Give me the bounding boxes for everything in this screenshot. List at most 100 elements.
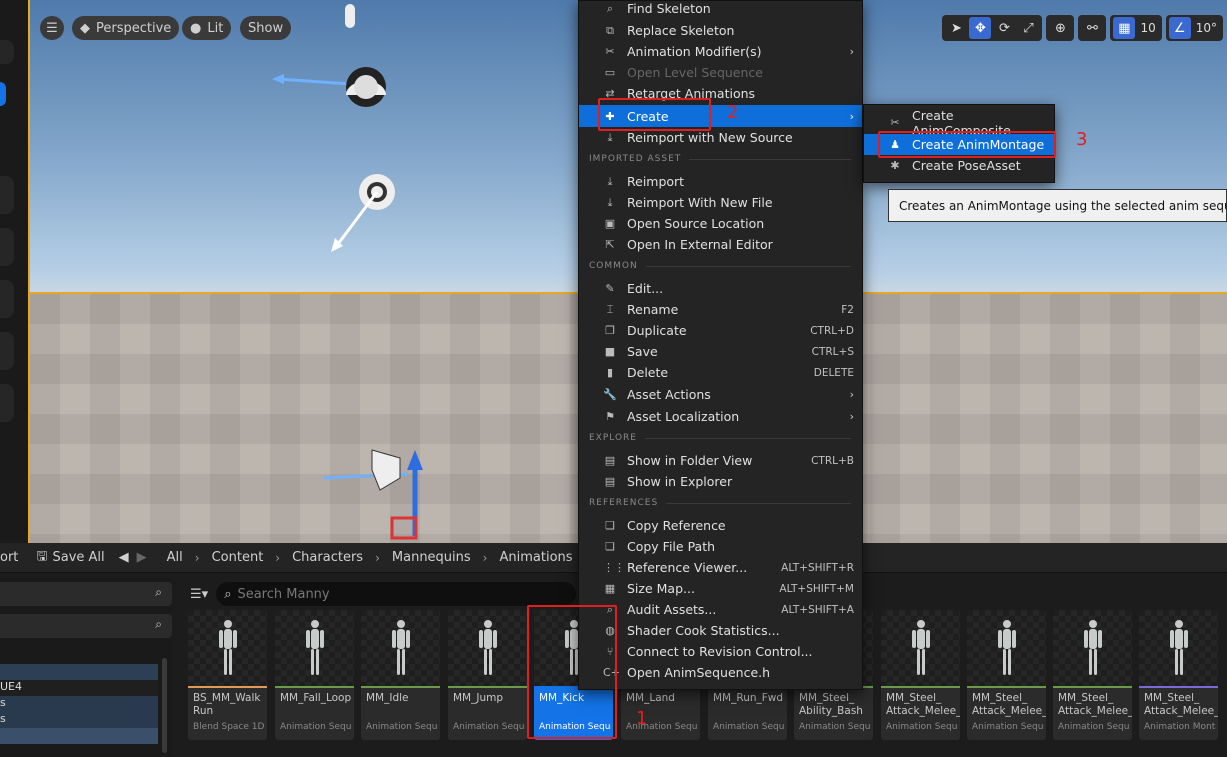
- menu-item-size-map[interactable]: ▦ Size Map... ALT+SHIFT+M: [579, 578, 862, 599]
- tree-item[interactable]: s: [0, 712, 158, 728]
- asset-tile[interactable]: MM_Steel_ Attack_Melee_ Animation Sequen…: [881, 610, 960, 740]
- breadcrumb: All › Content › Characters › Mannequins › An…: [167, 550, 573, 565]
- player-start-gizmo[interactable]: [320, 440, 440, 543]
- menu-item-label: Open Source Location: [627, 216, 765, 231]
- asset-tile[interactable]: MM_Jump Animation Sequence: [448, 610, 527, 740]
- forward-arrow-icon[interactable]: ▶: [137, 550, 147, 565]
- section-label: IMPORTED ASSET: [589, 154, 682, 164]
- asset-tile[interactable]: MM_Steel_ Attack_Melee_ Animation Montag…: [1139, 610, 1218, 740]
- menu-item-label: Shader Cook Statistics...: [627, 623, 780, 638]
- world-space-icon[interactable]: ⊕: [1049, 17, 1071, 39]
- menu-item-replace-skeleton[interactable]: ⧉ Replace Skeleton: [579, 20, 862, 41]
- asset-thumbnail: [1139, 610, 1218, 686]
- tree-item[interactable]: UE4: [0, 680, 158, 696]
- breadcrumb-characters[interactable]: Characters: [292, 550, 363, 565]
- menu-item-audit-assets[interactable]: ⌕ Audit Assets... ALT+SHIFT+A: [579, 599, 862, 620]
- rotation-snap-icon[interactable]: ∠: [1168, 17, 1191, 39]
- breadcrumb-content[interactable]: Content: [212, 550, 264, 565]
- translate-mode-icon[interactable]: ✥: [969, 17, 992, 39]
- sources-search-field[interactable]: ⌕: [0, 582, 172, 606]
- menu-item-delete[interactable]: ▮ Delete DELETE: [579, 362, 862, 383]
- duplicate-icon: ❐: [605, 324, 615, 337]
- menu-item-asset-actions[interactable]: 🔧 Asset Actions ›: [579, 384, 862, 405]
- asset-tile[interactable]: MM_Fall_Loop Animation Sequence: [275, 610, 354, 740]
- left-tool-button[interactable]: [0, 384, 14, 422]
- filter-icon[interactable]: ☰▾: [182, 587, 208, 602]
- breadcrumb-all[interactable]: All: [167, 550, 183, 565]
- directional-light-gizmo[interactable]: [325, 160, 415, 255]
- menu-item-create-animcomposite[interactable]: ✂ Create AnimComposite: [864, 108, 1054, 138]
- tree-item-selected[interactable]: [0, 728, 158, 744]
- menu-item-label: Open In External Editor: [627, 237, 773, 252]
- show-button[interactable]: Show: [240, 16, 292, 40]
- menu-item-copy-file-path[interactable]: ❏ Copy File Path: [579, 536, 862, 557]
- sky-light-gizmo[interactable]: [270, 55, 410, 125]
- menu-item-reimport-new-file[interactable]: ⤓ Reimport With New File: [579, 192, 862, 213]
- menu-item-rename[interactable]: ⌶ Rename F2: [579, 299, 862, 320]
- search-icon: ⌕: [606, 1, 614, 15]
- back-arrow-icon[interactable]: ◀: [119, 550, 129, 565]
- rename-icon: ⌶: [606, 302, 614, 316]
- mannequin-icon: [478, 620, 497, 675]
- surface-snap-icon[interactable]: ⚯: [1081, 17, 1103, 39]
- menu-item-label: Open Level Sequence: [627, 65, 763, 80]
- left-tool-button[interactable]: [0, 332, 14, 370]
- asset-name: MM_Steel_ Attack_Melee_: [972, 692, 1046, 717]
- menu-item-asset-localization[interactable]: ⚑ Asset Localization ›: [579, 406, 862, 427]
- path-search-field[interactable]: ⌕: [0, 614, 172, 638]
- sphere-icon: ●: [190, 20, 202, 36]
- search-input[interactable]: ⌕ Search Manny: [216, 582, 577, 606]
- import-button-label[interactable]: ort: [0, 550, 18, 565]
- breadcrumb-mannequins[interactable]: Mannequins: [392, 550, 471, 565]
- save-all-button[interactable]: 🖫 Save All: [36, 547, 104, 569]
- modifier-icon: ✂: [605, 45, 615, 58]
- menu-item-save[interactable]: ■ Save CTRL+S: [579, 341, 862, 362]
- asset-tile[interactable]: MM_Steel_ Attack_Melee_ Animation Sequen…: [1053, 610, 1132, 740]
- select-mode-icon[interactable]: ➤: [945, 17, 967, 39]
- mannequin-icon: [1169, 620, 1188, 675]
- scale-mode-icon[interactable]: ⤢: [1017, 17, 1039, 39]
- viewport-menu-button[interactable]: ☰: [40, 16, 64, 40]
- menu-item-find-skeleton[interactable]: ⌕ Find Skeleton: [579, 0, 862, 19]
- asset-type-strip: [448, 686, 527, 688]
- tree-item[interactable]: s: [0, 696, 158, 712]
- menu-item-label: Show in Explorer: [627, 474, 733, 489]
- perspective-button[interactable]: ◆ Perspective: [72, 16, 180, 40]
- tree-item[interactable]: [0, 664, 158, 680]
- left-tool-button[interactable]: [0, 40, 14, 64]
- left-tool-button[interactable]: [0, 176, 14, 214]
- menu-item-open-source-location[interactable]: ▣ Open Source Location: [579, 213, 862, 234]
- menu-item-duplicate[interactable]: ❐ Duplicate CTRL+D: [579, 320, 862, 341]
- menu-item-create-poseasset[interactable]: ✱ Create PoseAsset: [864, 155, 1054, 176]
- left-tool-button[interactable]: [0, 228, 14, 266]
- asset-tile[interactable]: MM_Idle Animation Sequence: [361, 610, 440, 740]
- asset-type: Blend Space 1D: [193, 722, 265, 732]
- tree-scrollbar[interactable]: [162, 658, 167, 753]
- asset-type-strip: [1053, 686, 1132, 688]
- grid-snap-icon[interactable]: ▦: [1113, 17, 1136, 39]
- menu-item-animation-modifiers[interactable]: ✂ Animation Modifier(s) ›: [579, 41, 862, 62]
- lit-button[interactable]: ● Lit: [182, 16, 232, 40]
- rotation-snap-value[interactable]: 10°: [1193, 21, 1220, 35]
- menu-item-open-animsequence-h[interactable]: C+ Open AnimSequence.h: [579, 662, 862, 683]
- reimport-icon: ⤓: [607, 195, 613, 209]
- menu-item-reference-viewer[interactable]: ⋮⋮ Reference Viewer... ALT+SHIFT+R: [579, 557, 862, 578]
- menu-item-copy-reference[interactable]: ❏ Copy Reference: [579, 515, 862, 536]
- grid-snap-value[interactable]: 10: [1137, 21, 1158, 35]
- left-tool-active[interactable]: [0, 82, 6, 106]
- menu-item-show-folder-view[interactable]: ▤ Show in Folder View CTRL+B: [579, 450, 862, 471]
- menu-item-open-external-editor[interactable]: ⇱ Open In External Editor: [579, 234, 862, 255]
- menu-item-label: Create PoseAsset: [912, 158, 1021, 173]
- asset-tile[interactable]: BS_MM_Walk Run Blend Space 1D: [188, 610, 267, 740]
- rotate-mode-icon[interactable]: ⟳: [993, 17, 1015, 39]
- breadcrumb-animations[interactable]: Animations: [499, 550, 572, 565]
- menu-item-open-level-sequence[interactable]: ▭ Open Level Sequence: [579, 62, 862, 83]
- left-tool-button[interactable]: [0, 280, 14, 318]
- menu-item-shader-cook-statistics[interactable]: ◍ Shader Cook Statistics...: [579, 620, 862, 641]
- menu-item-connect-revision-control[interactable]: ⑂ Connect to Revision Control...: [579, 641, 862, 662]
- asset-tile[interactable]: MM_Steel_ Attack_Melee_ Animation Sequen…: [967, 610, 1046, 740]
- graph-icon: ⋮⋮: [603, 561, 625, 574]
- menu-item-edit[interactable]: ✎ Edit...: [579, 278, 862, 299]
- menu-item-reimport[interactable]: ⤓ Reimport: [579, 171, 862, 192]
- menu-item-show-explorer[interactable]: ▤ Show in Explorer: [579, 471, 862, 492]
